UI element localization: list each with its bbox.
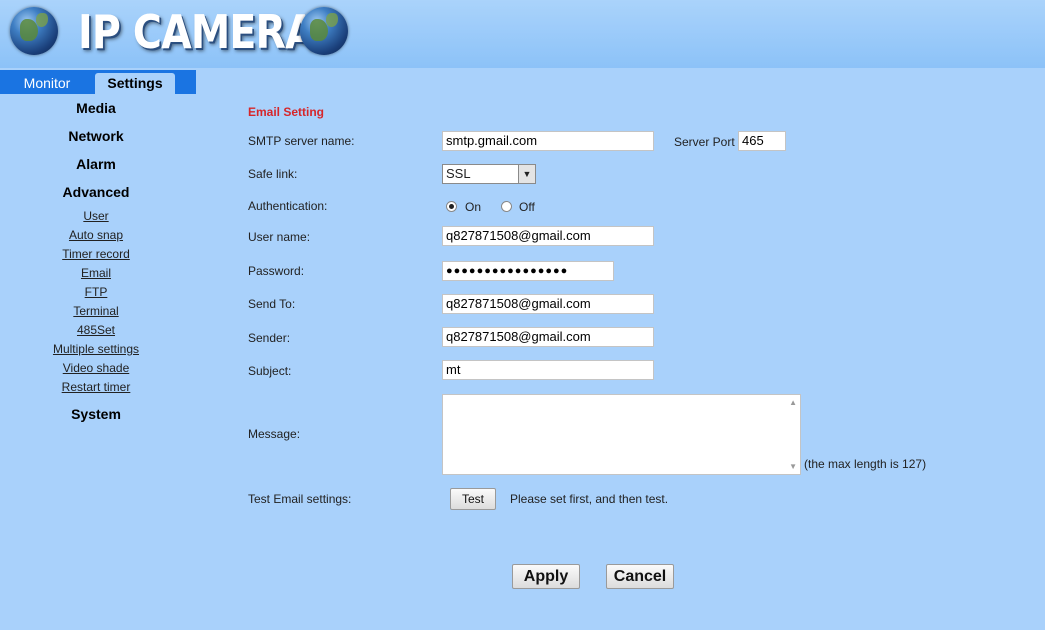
nav-system[interactable]: System xyxy=(0,406,192,422)
nav-item-video-shade[interactable]: Video shade xyxy=(0,361,192,375)
auth-on-radio[interactable] xyxy=(446,201,457,212)
nav-item-multiple-settings[interactable]: Multiple settings xyxy=(0,342,192,356)
auth-on-label: On xyxy=(465,200,482,214)
sender-input[interactable]: q827871508@gmail.com xyxy=(442,327,654,347)
tab-monitor[interactable]: Monitor xyxy=(0,73,94,94)
message-max-length-note: (the max length is 127) xyxy=(804,457,927,471)
authentication-label: Authentication: xyxy=(248,199,328,213)
nav-alarm[interactable]: Alarm xyxy=(0,156,192,172)
subject-label: Subject: xyxy=(248,364,292,378)
message-textarea[interactable]: ▲ ▼ xyxy=(442,394,801,475)
nav-network[interactable]: Network xyxy=(0,128,192,144)
nav-item-terminal[interactable]: Terminal xyxy=(0,304,192,318)
scroll-up-icon[interactable]: ▲ xyxy=(789,398,797,407)
sender-label: Sender: xyxy=(248,331,291,345)
chevron-down-icon[interactable]: ▼ xyxy=(518,165,535,183)
nav-item-ftp[interactable]: FTP xyxy=(0,285,192,299)
subject-input[interactable]: mt xyxy=(442,360,654,380)
app-header: IP CAMERA xyxy=(0,0,1045,68)
cancel-button[interactable]: Cancel xyxy=(606,564,674,589)
nav-item-email[interactable]: Email xyxy=(0,266,192,280)
send-to-input[interactable]: q827871508@gmail.com xyxy=(442,294,654,314)
tab-bar: Monitor Settings xyxy=(0,70,196,94)
email-settings-panel: Email Setting SMTP server name: smtp.gma… xyxy=(196,70,1045,630)
server-port-label: Server Port xyxy=(674,135,735,149)
auth-off-radio[interactable] xyxy=(501,201,512,212)
nav-media[interactable]: Media xyxy=(0,100,192,116)
nav-item-485set[interactable]: 485Set xyxy=(0,323,192,337)
password-label: Password: xyxy=(248,264,305,278)
tab-settings[interactable]: Settings xyxy=(95,73,175,94)
smtp-label: SMTP server name: xyxy=(248,134,355,148)
globe-right-icon xyxy=(300,7,348,55)
user-name-input[interactable]: q827871508@gmail.com xyxy=(442,226,654,246)
message-label: Message: xyxy=(248,427,301,441)
test-email-label: Test Email settings: xyxy=(248,492,352,506)
nav-item-timer-record[interactable]: Timer record xyxy=(0,247,192,261)
test-button[interactable]: Test xyxy=(450,488,496,510)
nav-item-user[interactable]: User xyxy=(0,209,192,223)
safe-link-value: SSL xyxy=(446,166,471,181)
server-port-input[interactable]: 465 xyxy=(738,131,786,151)
globe-left-icon xyxy=(10,7,58,55)
scroll-down-icon[interactable]: ▼ xyxy=(789,462,797,471)
nav-item-auto-snap[interactable]: Auto snap xyxy=(0,228,192,242)
test-note: Please set first, and then test. xyxy=(510,492,669,506)
user-name-label: User name: xyxy=(248,230,311,244)
nav-item-restart-timer[interactable]: Restart timer xyxy=(0,380,192,394)
section-title: Email Setting xyxy=(248,105,325,119)
send-to-label: Send To: xyxy=(248,297,296,311)
apply-button[interactable]: Apply xyxy=(512,564,580,589)
safe-link-select[interactable]: SSL ▼ xyxy=(442,164,536,184)
nav-advanced[interactable]: Advanced xyxy=(0,184,192,200)
safe-link-label: Safe link: xyxy=(248,167,298,181)
smtp-server-input[interactable]: smtp.gmail.com xyxy=(442,131,654,151)
sidebar: Monitor Settings Media Network Alarm Adv… xyxy=(0,70,196,630)
auth-off-label: Off xyxy=(519,200,535,214)
app-logo-title: IP CAMERA xyxy=(78,5,316,59)
password-input[interactable]: ●●●●●●●●●●●●●●●● xyxy=(442,261,614,281)
